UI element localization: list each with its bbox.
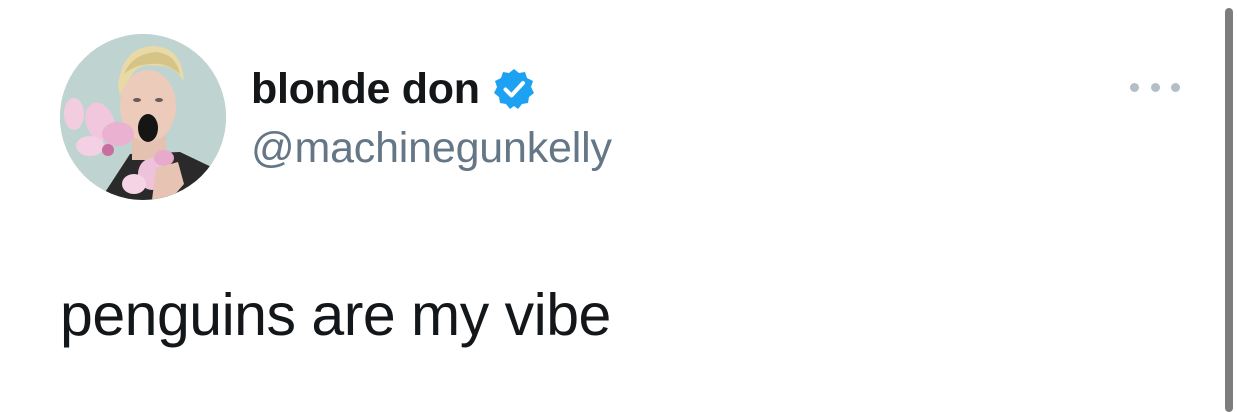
profile-avatar[interactable] [60,34,226,200]
avatar-photo [60,34,226,200]
scrollbar-thumb[interactable] [1225,8,1233,412]
display-name[interactable]: blonde don [251,64,480,114]
user-handle[interactable]: @machinegunkelly [251,123,612,173]
author-name-row[interactable]: blonde don [251,64,536,114]
more-dot [1171,82,1180,92]
verified-badge-icon [492,67,536,111]
more-dot [1150,82,1160,92]
tweet-card: blonde don @machinegunkelly penguins are… [0,0,1237,412]
vertical-scrollbar[interactable] [1223,8,1237,412]
more-dot [1130,82,1139,92]
tweet-text: penguins are my vibe [60,282,611,348]
more-options-icon[interactable] [1130,76,1180,98]
